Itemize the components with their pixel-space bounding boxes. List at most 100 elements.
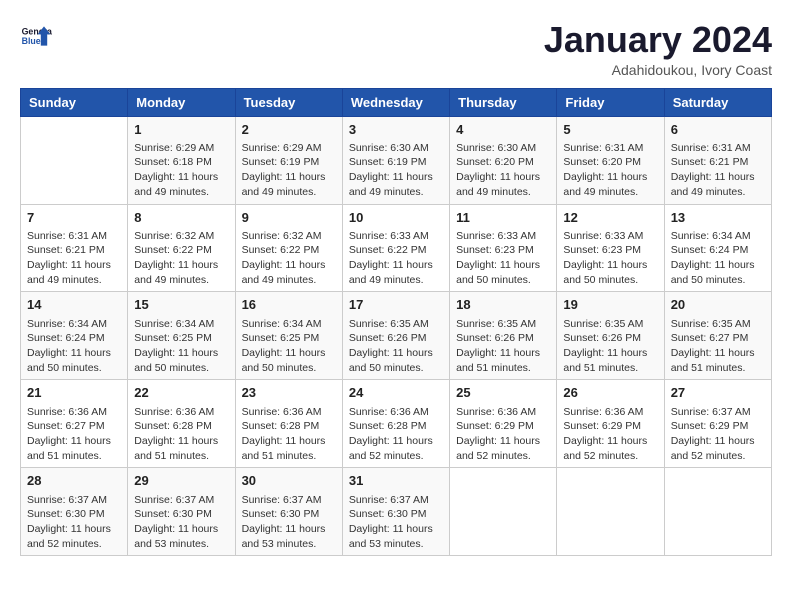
col-header-tuesday: Tuesday <box>235 88 342 116</box>
calendar-cell: 14Sunrise: 6:34 AM Sunset: 6:24 PM Dayli… <box>21 292 128 380</box>
day-info: Sunrise: 6:30 AM Sunset: 6:19 PM Dayligh… <box>349 141 443 200</box>
day-info: Sunrise: 6:36 AM Sunset: 6:27 PM Dayligh… <box>27 405 121 464</box>
day-number: 5 <box>563 121 657 139</box>
day-number: 8 <box>134 209 228 227</box>
day-info: Sunrise: 6:37 AM Sunset: 6:30 PM Dayligh… <box>134 493 228 552</box>
month-year-title: January 2024 <box>544 20 772 60</box>
day-number: 19 <box>563 296 657 314</box>
calendar-cell: 4Sunrise: 6:30 AM Sunset: 6:20 PM Daylig… <box>450 116 557 204</box>
day-number: 3 <box>349 121 443 139</box>
day-info: Sunrise: 6:31 AM Sunset: 6:20 PM Dayligh… <box>563 141 657 200</box>
calendar-week-row: 7 Sunrise: 6:31 AM Sunset: 6:21 PM Daylig… <box>21 204 772 292</box>
calendar-cell <box>664 468 771 556</box>
day-number: 13 <box>671 209 765 227</box>
day-number: 26 <box>563 384 657 402</box>
day-number: 21 <box>27 384 121 402</box>
title-block: January 2024 Adahidoukou, Ivory Coast <box>544 20 772 78</box>
calendar-cell: 15 Sunrise: 6:34 AM Sunset: 6:25 PM Dayli… <box>128 292 235 380</box>
day-number: 15 <box>134 296 228 314</box>
day-info: Sunrise: 6:33 AM Sunset: 6:22 PM Dayligh… <box>349 229 443 288</box>
day-number: 25 <box>456 384 550 402</box>
day-info: Sunrise: 6:37 AM Sunset: 6:30 PM Dayligh… <box>242 493 336 552</box>
calendar-cell <box>450 468 557 556</box>
day-number: 10 <box>349 209 443 227</box>
calendar-week-row: 28Sunrise: 6:37 AM Sunset: 6:30 PM Dayli… <box>21 468 772 556</box>
day-info: Sunrise: 6:34 AM Sunset: 6:25 PM Dayligh… <box>134 317 228 376</box>
calendar-table: SundayMondayTuesdayWednesdayThursdayFrid… <box>20 88 772 557</box>
day-info: Sunrise: 6:32 AM Sunset: 6:22 PM Dayligh… <box>242 229 336 288</box>
calendar-cell <box>557 468 664 556</box>
day-number: 9 <box>242 209 336 227</box>
calendar-cell: 21 Sunrise: 6:36 AM Sunset: 6:27 PM Dayli… <box>21 380 128 468</box>
calendar-cell: 30 Sunrise: 6:37 AM Sunset: 6:30 PM Dayli… <box>235 468 342 556</box>
day-info: Sunrise: 6:37 AM Sunset: 6:30 PM Dayligh… <box>349 493 443 552</box>
day-info: Sunrise: 6:34 AM Sunset: 6:24 PM Dayligh… <box>27 317 121 376</box>
calendar-cell: 8 Sunrise: 6:32 AM Sunset: 6:22 PM Daylig… <box>128 204 235 292</box>
day-info: Sunrise: 6:37 AM Sunset: 6:30 PM Dayligh… <box>27 493 121 552</box>
day-info: Sunrise: 6:35 AM Sunset: 6:26 PM Dayligh… <box>456 317 550 376</box>
calendar-week-row: 1Sunrise: 6:29 AM Sunset: 6:18 PM Daylig… <box>21 116 772 204</box>
day-number: 12 <box>563 209 657 227</box>
day-info: Sunrise: 6:36 AM Sunset: 6:29 PM Dayligh… <box>563 405 657 464</box>
calendar-cell: 3 Sunrise: 6:30 AM Sunset: 6:19 PM Daylig… <box>342 116 449 204</box>
calendar-cell: 17Sunrise: 6:35 AM Sunset: 6:26 PM Dayli… <box>342 292 449 380</box>
day-info: Sunrise: 6:31 AM Sunset: 6:21 PM Dayligh… <box>671 141 765 200</box>
svg-text:Blue: Blue <box>22 36 41 46</box>
day-number: 11 <box>456 209 550 227</box>
day-number: 17 <box>349 296 443 314</box>
calendar-cell: 16Sunrise: 6:34 AM Sunset: 6:25 PM Dayli… <box>235 292 342 380</box>
day-info: Sunrise: 6:37 AM Sunset: 6:29 PM Dayligh… <box>671 405 765 464</box>
calendar-cell: 2 Sunrise: 6:29 AM Sunset: 6:19 PM Daylig… <box>235 116 342 204</box>
col-header-thursday: Thursday <box>450 88 557 116</box>
day-info: Sunrise: 6:32 AM Sunset: 6:22 PM Dayligh… <box>134 229 228 288</box>
day-number: 20 <box>671 296 765 314</box>
day-number: 24 <box>349 384 443 402</box>
calendar-cell: 20 Sunrise: 6:35 AM Sunset: 6:27 PM Dayli… <box>664 292 771 380</box>
day-number: 7 <box>27 209 121 227</box>
calendar-cell: 25Sunrise: 6:36 AM Sunset: 6:29 PM Dayli… <box>450 380 557 468</box>
calendar-cell: 7 Sunrise: 6:31 AM Sunset: 6:21 PM Daylig… <box>21 204 128 292</box>
calendar-cell: 11 Sunrise: 6:33 AM Sunset: 6:23 PM Dayli… <box>450 204 557 292</box>
day-number: 27 <box>671 384 765 402</box>
calendar-cell: 1Sunrise: 6:29 AM Sunset: 6:18 PM Daylig… <box>128 116 235 204</box>
col-header-wednesday: Wednesday <box>342 88 449 116</box>
day-number: 18 <box>456 296 550 314</box>
calendar-week-row: 14Sunrise: 6:34 AM Sunset: 6:24 PM Dayli… <box>21 292 772 380</box>
logo-icon: General Blue <box>20 20 52 52</box>
calendar-cell: 31 Sunrise: 6:37 AM Sunset: 6:30 PM Dayli… <box>342 468 449 556</box>
day-number: 6 <box>671 121 765 139</box>
day-number: 29 <box>134 472 228 490</box>
calendar-cell: 22 Sunrise: 6:36 AM Sunset: 6:28 PM Dayli… <box>128 380 235 468</box>
day-info: Sunrise: 6:36 AM Sunset: 6:28 PM Dayligh… <box>134 405 228 464</box>
calendar-cell: 12Sunrise: 6:33 AM Sunset: 6:23 PM Dayli… <box>557 204 664 292</box>
day-info: Sunrise: 6:36 AM Sunset: 6:28 PM Dayligh… <box>349 405 443 464</box>
calendar-cell: 18 Sunrise: 6:35 AM Sunset: 6:26 PM Dayli… <box>450 292 557 380</box>
page-header: General Blue January 2024 Adahidoukou, I… <box>20 20 772 78</box>
calendar-cell: 10 Sunrise: 6:33 AM Sunset: 6:22 PM Dayli… <box>342 204 449 292</box>
day-info: Sunrise: 6:31 AM Sunset: 6:21 PM Dayligh… <box>27 229 121 288</box>
day-info: Sunrise: 6:35 AM Sunset: 6:26 PM Dayligh… <box>563 317 657 376</box>
calendar-week-row: 21 Sunrise: 6:36 AM Sunset: 6:27 PM Dayli… <box>21 380 772 468</box>
calendar-cell: 24 Sunrise: 6:36 AM Sunset: 6:28 PM Dayli… <box>342 380 449 468</box>
day-info: Sunrise: 6:33 AM Sunset: 6:23 PM Dayligh… <box>456 229 550 288</box>
day-info: Sunrise: 6:29 AM Sunset: 6:18 PM Dayligh… <box>134 141 228 200</box>
calendar-cell: 29 Sunrise: 6:37 AM Sunset: 6:30 PM Dayli… <box>128 468 235 556</box>
col-header-monday: Monday <box>128 88 235 116</box>
calendar-cell: 5 Sunrise: 6:31 AM Sunset: 6:20 PM Daylig… <box>557 116 664 204</box>
day-number: 2 <box>242 121 336 139</box>
day-info: Sunrise: 6:35 AM Sunset: 6:27 PM Dayligh… <box>671 317 765 376</box>
calendar-cell: 28Sunrise: 6:37 AM Sunset: 6:30 PM Dayli… <box>21 468 128 556</box>
calendar-cell: 26 Sunrise: 6:36 AM Sunset: 6:29 PM Dayli… <box>557 380 664 468</box>
calendar-cell: 13Sunrise: 6:34 AM Sunset: 6:24 PM Dayli… <box>664 204 771 292</box>
col-header-friday: Friday <box>557 88 664 116</box>
day-number: 23 <box>242 384 336 402</box>
day-number: 22 <box>134 384 228 402</box>
day-info: Sunrise: 6:29 AM Sunset: 6:19 PM Dayligh… <box>242 141 336 200</box>
day-number: 30 <box>242 472 336 490</box>
location-subtitle: Adahidoukou, Ivory Coast <box>544 62 772 78</box>
day-number: 31 <box>349 472 443 490</box>
logo: General Blue <box>20 20 52 52</box>
day-info: Sunrise: 6:34 AM Sunset: 6:25 PM Dayligh… <box>242 317 336 376</box>
calendar-cell: 6 Sunrise: 6:31 AM Sunset: 6:21 PM Daylig… <box>664 116 771 204</box>
calendar-cell: 23Sunrise: 6:36 AM Sunset: 6:28 PM Dayli… <box>235 380 342 468</box>
